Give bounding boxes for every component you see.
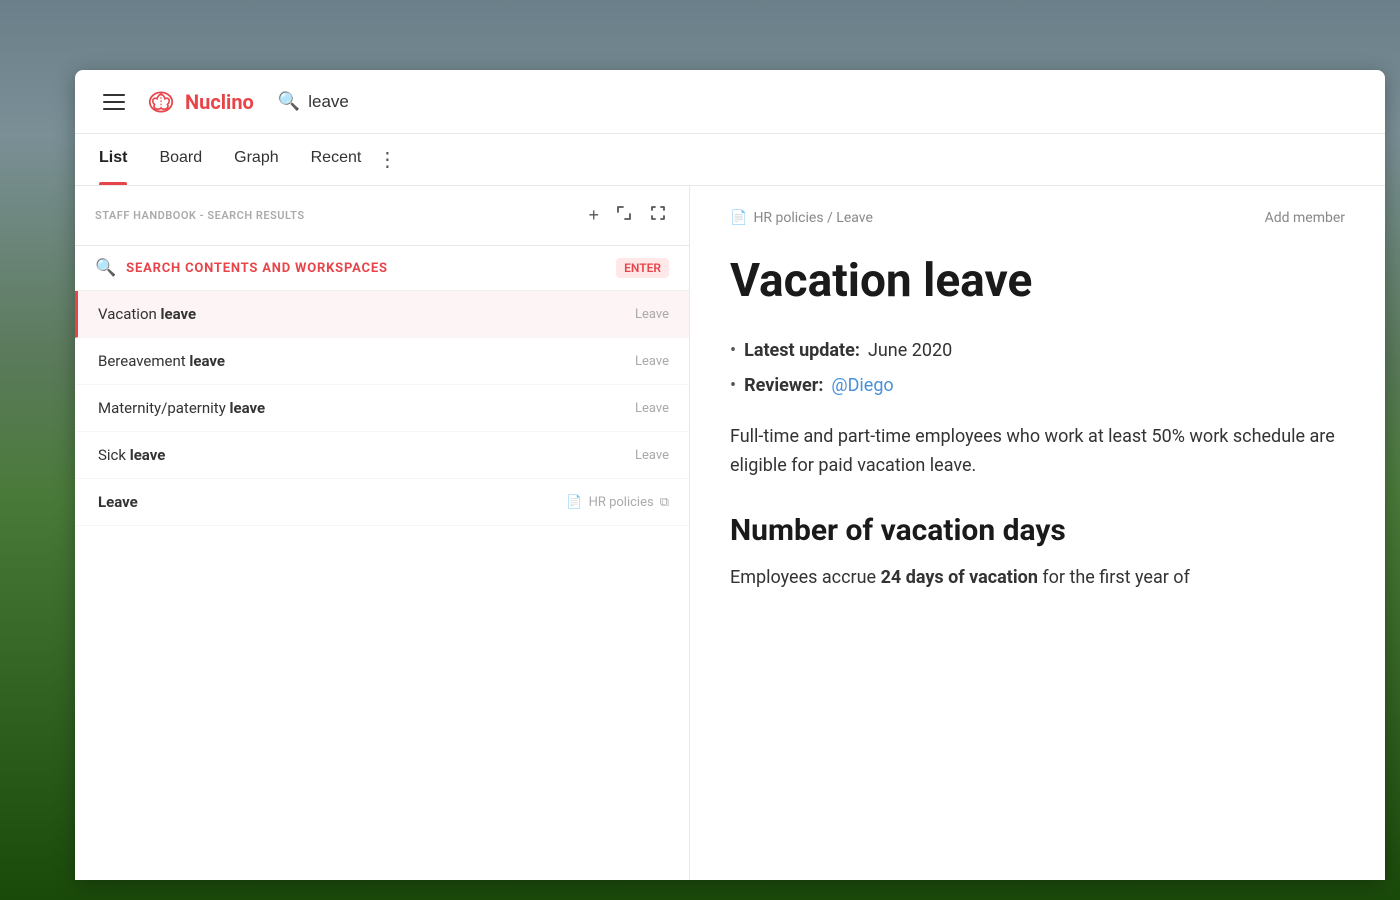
- more-options-button[interactable]: ⋮: [377, 147, 397, 172]
- meta-value-update: June 2020: [868, 337, 952, 364]
- collapse-icon: [649, 204, 667, 222]
- header: Nuclino 🔍: [75, 70, 1385, 134]
- breadcrumb-doc-icon: 📄: [730, 210, 747, 226]
- main-content: STAFF HANDBOOK - SEARCH RESULTS +: [75, 186, 1385, 880]
- search-input[interactable]: [308, 92, 508, 112]
- hamburger-line: [103, 101, 125, 103]
- meta-label-reviewer: Reviewer:: [744, 372, 823, 399]
- search-container: 🔍: [278, 91, 678, 112]
- expand-button[interactable]: [613, 202, 635, 229]
- result-item-bereavement-leave[interactable]: Bereavement leave Leave: [75, 338, 689, 385]
- tab-board[interactable]: Board: [159, 149, 202, 171]
- copy-icon: ⧉: [660, 495, 669, 510]
- result-item-meta: 📄 HR policies ⧉: [566, 495, 669, 510]
- breadcrumb: 📄 HR policies / Leave Add member: [730, 210, 1345, 226]
- content-section-title: Number of vacation days: [730, 513, 1345, 548]
- tab-recent[interactable]: Recent: [311, 149, 362, 171]
- hamburger-button[interactable]: [99, 90, 129, 114]
- sidebar-title: STAFF HANDBOOK - SEARCH RESULTS: [95, 209, 305, 222]
- expand-icon: [615, 204, 633, 222]
- result-item-vacation-leave[interactable]: Vacation leave Leave: [75, 291, 689, 338]
- sidebar-search-bar[interactable]: 🔍 SEARCH CONTENTS AND WORKSPACES ENTER: [75, 246, 689, 291]
- result-item-maternity-leave[interactable]: Maternity/paternity leave Leave: [75, 385, 689, 432]
- result-item-tag: Leave: [635, 448, 669, 463]
- result-item-tag: Leave: [635, 307, 669, 322]
- collapse-button[interactable]: [647, 202, 669, 229]
- tab-graph[interactable]: Graph: [234, 149, 278, 171]
- result-item-tag: HR policies: [589, 495, 654, 510]
- result-item-title: Maternity/paternity leave: [98, 399, 265, 417]
- add-member-button[interactable]: Add member: [1265, 210, 1345, 226]
- meta-label-update: Latest update:: [744, 337, 860, 364]
- tab-list[interactable]: List: [99, 149, 127, 171]
- sidebar-header-actions: +: [586, 202, 669, 229]
- app-container: Nuclino 🔍 List Board Graph Recent ⋮ STAF…: [75, 70, 1385, 880]
- meta-item-reviewer: Reviewer: @Diego: [730, 372, 1345, 399]
- content-section-body: Employees accrue 24 days of vacation for…: [730, 564, 1345, 593]
- brain-icon: [145, 86, 177, 118]
- sidebar-header: STAFF HANDBOOK - SEARCH RESULTS +: [75, 186, 689, 246]
- result-item-leave[interactable]: Leave 📄 HR policies ⧉: [75, 479, 689, 526]
- content-body-text: Full-time and part-time employees who wo…: [730, 423, 1345, 481]
- result-item-sick-leave[interactable]: Sick leave Leave: [75, 432, 689, 479]
- logo-area: Nuclino: [145, 86, 254, 118]
- meta-item-update: Latest update: June 2020: [730, 337, 1345, 364]
- folder-icon: 📄: [566, 495, 582, 510]
- sidebar-search-label: SEARCH CONTENTS AND WORKSPACES: [126, 261, 606, 276]
- enter-badge: ENTER: [616, 258, 669, 278]
- nav-tabs: List Board Graph Recent ⋮: [75, 134, 1385, 186]
- content-panel: 📄 HR policies / Leave Add member Vacatio…: [690, 186, 1385, 880]
- add-item-button[interactable]: +: [586, 203, 601, 228]
- result-item-title: Leave: [98, 493, 138, 511]
- logo-text: Nuclino: [185, 90, 254, 114]
- mention-diego[interactable]: @Diego: [831, 372, 893, 399]
- result-item-tag: Leave: [635, 401, 669, 416]
- result-item-title: Vacation leave: [98, 305, 196, 323]
- result-item-title: Sick leave: [98, 446, 165, 464]
- search-icon: 🔍: [278, 91, 300, 112]
- sidebar-search-icon: 🔍: [95, 258, 116, 278]
- sidebar: STAFF HANDBOOK - SEARCH RESULTS +: [75, 186, 690, 880]
- breadcrumb-path: HR policies / Leave: [753, 210, 872, 226]
- hamburger-line: [103, 94, 125, 96]
- result-item-tag: Leave: [635, 354, 669, 369]
- content-meta-list: Latest update: June 2020 Reviewer: @Dieg…: [730, 337, 1345, 399]
- hamburger-line: [103, 108, 125, 110]
- result-item-title: Bereavement leave: [98, 352, 225, 370]
- search-results-list: Vacation leave Leave Bereavement leave L…: [75, 291, 689, 880]
- content-title: Vacation leave: [730, 254, 1345, 309]
